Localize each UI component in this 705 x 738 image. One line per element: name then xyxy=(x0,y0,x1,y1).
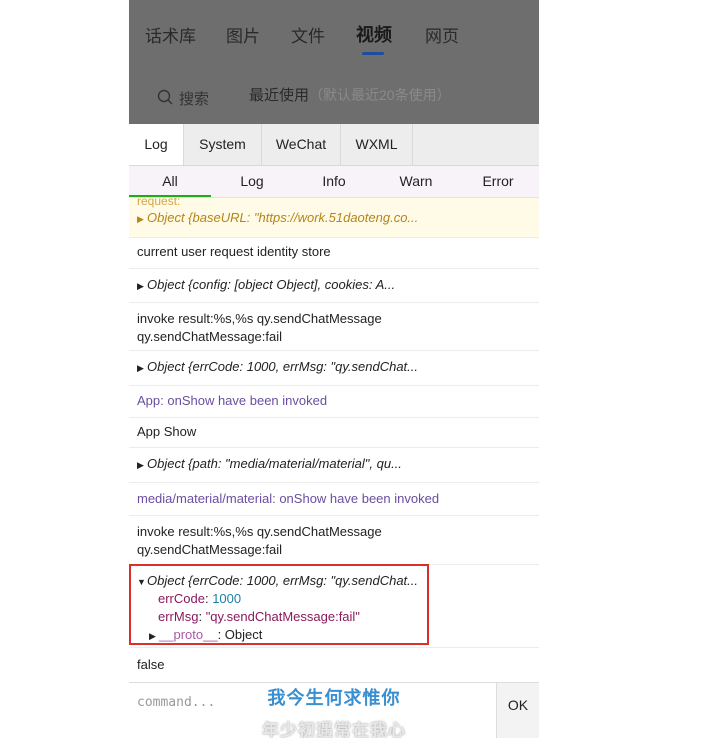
log-row: false xyxy=(129,647,539,682)
log-object[interactable]: ▶ Object {config: [object Object], cookie… xyxy=(137,276,395,295)
media-tabs: 话术库 图片 文件 视频 网页 xyxy=(129,0,539,65)
search-label: 搜索 xyxy=(179,91,210,108)
log-row: invoke result:%s,%s qy.sendChatMessage qy… xyxy=(129,515,539,565)
log-line: qy.sendChatMessage:fail xyxy=(137,542,283,557)
log-row-warn: request: ▶ Object {baseURL: "https://work… xyxy=(129,198,539,238)
recent-hint: （默认最近20条使用） xyxy=(309,87,451,103)
log-row: current user request identity store xyxy=(129,237,539,269)
tab-log[interactable]: Log xyxy=(129,124,184,165)
subtitle-line-1: 我今生何求惟你 xyxy=(267,688,401,708)
tab-images[interactable]: 图片 xyxy=(226,22,260,47)
log-row-info: media/material/material: onShow have bee… xyxy=(129,482,539,516)
log-text: current user request identity store xyxy=(137,244,331,259)
expand-triangle-icon: ▶ xyxy=(137,363,144,373)
log-object[interactable]: ▶ Object {baseURL: "https://work.51daoten… xyxy=(137,209,418,228)
log-row-info: App: onShow have been invoked xyxy=(129,385,539,418)
tab-scripts[interactable]: 话术库 xyxy=(145,22,196,47)
expand-triangle-icon: ▶ xyxy=(137,281,144,291)
search-icon xyxy=(157,89,173,105)
filter-warn[interactable]: Warn xyxy=(375,166,457,197)
log-text: invoke result:%s,%s qy.sendChatMessage qy… xyxy=(137,310,382,346)
expand-triangle-icon: ▶ xyxy=(137,214,144,224)
log-filter-tabs: All Log Info Warn Error xyxy=(129,166,539,198)
search-row: 搜索 最近使用（默认最近20条使用） xyxy=(129,65,539,124)
expand-triangle-icon: ▶ xyxy=(137,460,144,470)
log-text: App Show xyxy=(137,424,197,439)
log-text: invoke result:%s,%s qy.sendChatMessage qy… xyxy=(137,523,382,559)
filter-all[interactable]: All xyxy=(129,166,211,197)
vconsole-tabs: Log System WeChat WXML xyxy=(129,124,539,166)
object-summary: Object {config: [object Object], cookies… xyxy=(147,277,396,292)
log-line: qy.sendChatMessage:fail xyxy=(137,329,283,344)
tab-system[interactable]: System xyxy=(184,124,262,165)
log-line: invoke result:%s,%s qy.sendChatMessage xyxy=(137,311,382,326)
object-summary: Object {errCode: 1000, errMsg: "qy.sendC… xyxy=(147,359,419,374)
filter-info[interactable]: Info xyxy=(293,166,375,197)
object-summary: Object {path: "media/material/material",… xyxy=(147,456,402,471)
object-summary: Object {baseURL: "https://work.51daoteng… xyxy=(147,210,419,225)
subtitle-line-2: 年少初遇常在我心 xyxy=(262,721,406,738)
recent-title: 最近使用 xyxy=(249,87,310,104)
tab-wechat[interactable]: WeChat xyxy=(262,124,341,165)
filter-log[interactable]: Log xyxy=(211,166,293,197)
filter-error[interactable]: Error xyxy=(457,166,539,197)
log-text: media/material/material: onShow have bee… xyxy=(137,491,440,506)
active-tab-indicator xyxy=(362,52,384,55)
log-row: ▶ Object {config: [object Object], cookie… xyxy=(129,268,539,303)
log-text: App: onShow have been invoked xyxy=(137,393,328,408)
recent-used-label: 最近使用（默认最近20条使用） xyxy=(249,84,451,105)
tab-videos[interactable]: 视频 xyxy=(356,21,392,47)
log-line: invoke result:%s,%s qy.sendChatMessage xyxy=(137,524,382,539)
phone-screen: 话术库 图片 文件 视频 网页 搜索 最近使用（默认最近20条使用） Log S… xyxy=(129,0,539,738)
log-row: ▶ Object {path: "media/material/material"… xyxy=(129,447,539,483)
highlight-box xyxy=(129,564,429,645)
app-header-dimmed: 话术库 图片 文件 视频 网页 搜索 最近使用（默认最近20条使用） xyxy=(129,0,539,124)
log-text: false xyxy=(137,657,165,672)
log-object[interactable]: ▶ Object {errCode: 1000, errMsg: "qy.send… xyxy=(137,358,418,377)
search-button[interactable]: 搜索 xyxy=(147,77,237,115)
log-row: invoke result:%s,%s qy.sendChatMessage qy… xyxy=(129,302,539,351)
log-object[interactable]: ▶ Object {path: "media/material/material"… xyxy=(137,455,402,474)
tab-files[interactable]: 文件 xyxy=(291,22,325,47)
log-row: App Show xyxy=(129,417,539,448)
tab-wxml[interactable]: WXML xyxy=(341,124,413,165)
log-row: ▶ Object {errCode: 1000, errMsg: "qy.send… xyxy=(129,350,539,386)
tab-webpages[interactable]: 网页 xyxy=(425,22,459,47)
